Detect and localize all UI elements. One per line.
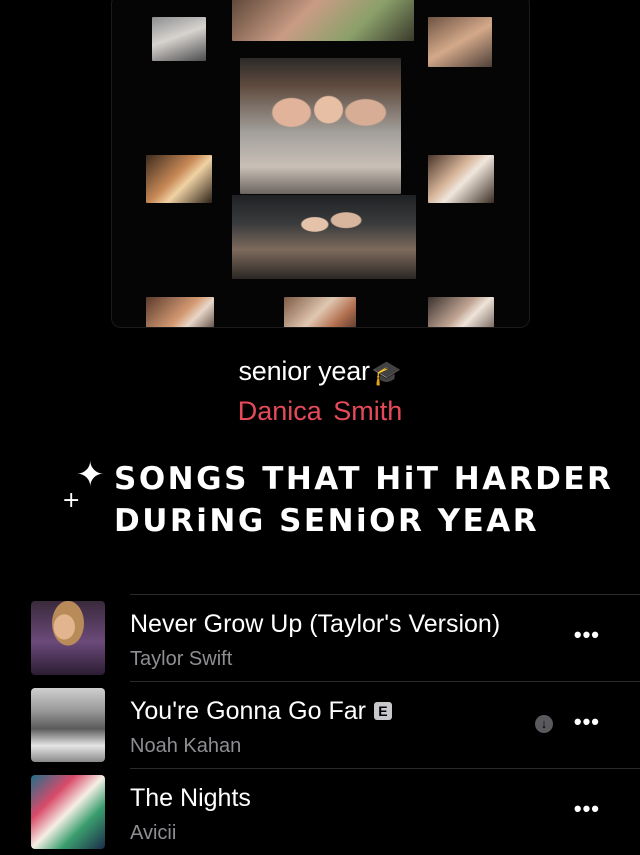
collage-photo <box>232 0 414 41</box>
album-art <box>31 601 105 675</box>
plus-sparkle-icon: + <box>62 488 83 513</box>
description-line: DURiNG SENiOR YEAR <box>114 503 540 539</box>
album-art <box>31 688 105 762</box>
download-progress-icon[interactable]: ↓ <box>535 715 553 733</box>
collage-photo <box>428 17 492 67</box>
more-options-button[interactable]: ••• <box>574 798 600 820</box>
song-artist: Noah Kahan <box>130 735 242 757</box>
description-line: SONGS THAT HiT HARDER <box>114 461 614 497</box>
explicit-badge: E <box>373 702 392 720</box>
collage-photo <box>428 297 494 327</box>
playlist-title: senior year🎓 <box>0 356 640 388</box>
song-artist: Taylor Swift <box>130 648 233 670</box>
collage-photo <box>146 297 214 327</box>
collage-photo <box>284 297 356 327</box>
collage-photo <box>428 155 494 203</box>
playlist-owner[interactable]: Danica Smith <box>0 396 640 427</box>
playlist-artwork[interactable] <box>111 0 530 328</box>
song-row[interactable]: Never Grow Up (Taylor's Version) Taylor … <box>0 594 640 681</box>
song-artist: Avicii <box>130 822 177 844</box>
album-art <box>31 775 105 849</box>
song-info: You're Gonna Go Far E Noah Kahan ↓ ••• <box>130 681 640 769</box>
song-title-text: You're Gonna Go Far <box>130 697 366 725</box>
more-options-button[interactable]: ••• <box>574 711 600 733</box>
more-options-button[interactable]: ••• <box>574 624 600 646</box>
collage-photo <box>240 58 401 194</box>
song-title: You're Gonna Go Far E <box>130 697 392 726</box>
graduation-cap-icon: 🎓 <box>371 360 402 387</box>
playlist-description: ✦ + SONGS THAT HiT HARDER DURiNG SENiOR … <box>62 458 622 542</box>
song-title: Never Grow Up (Taylor's Version) <box>130 610 501 638</box>
song-row[interactable]: The Nights Avicii ••• <box>0 768 640 855</box>
collage-photo <box>232 195 416 279</box>
song-info: The Nights Avicii ••• <box>130 768 640 855</box>
song-row[interactable]: You're Gonna Go Far E Noah Kahan ↓ ••• <box>0 681 640 768</box>
playlist-page: senior year🎓 Danica Smith ✦ + SONGS THAT… <box>0 0 640 855</box>
song-title: The Nights <box>130 784 251 812</box>
collage-photo <box>146 155 212 203</box>
collage-photo <box>152 17 206 61</box>
song-info: Never Grow Up (Taylor's Version) Taylor … <box>130 594 640 682</box>
playlist-title-text: senior year <box>238 356 370 386</box>
sparkle-icon: ✦ <box>76 455 107 495</box>
